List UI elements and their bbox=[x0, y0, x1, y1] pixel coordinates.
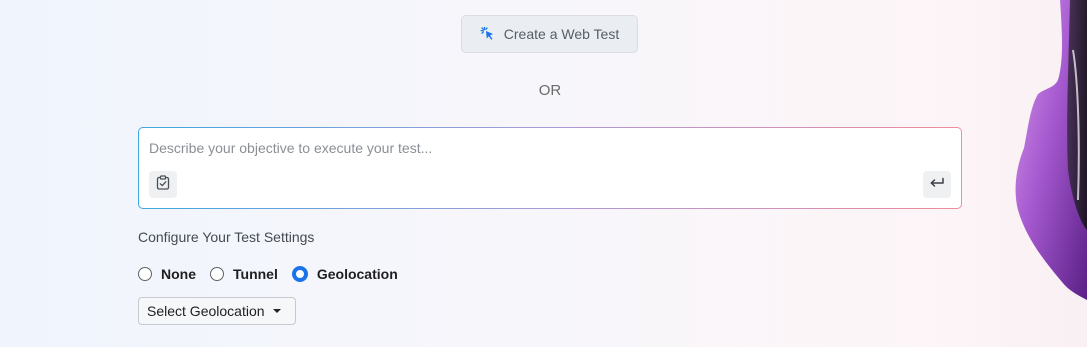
radio-geolocation[interactable]: Geolocation bbox=[291, 266, 398, 282]
radio-tunnel[interactable]: Tunnel bbox=[210, 266, 278, 282]
select-geolocation-label: Select Geolocation bbox=[147, 303, 265, 319]
cursor-click-icon bbox=[480, 26, 496, 42]
or-divider: OR bbox=[538, 82, 562, 99]
objective-prompt-inner bbox=[139, 128, 961, 208]
enter-return-icon bbox=[929, 176, 945, 194]
caret-down-icon bbox=[272, 309, 281, 313]
radio-none-circle[interactable] bbox=[138, 267, 152, 281]
radio-tunnel-label: Tunnel bbox=[233, 266, 278, 282]
radio-tunnel-circle[interactable] bbox=[210, 267, 224, 281]
attach-button[interactable] bbox=[149, 171, 177, 198]
test-settings-radio-group: None Tunnel Geolocation bbox=[138, 264, 412, 284]
robot-mascot-image bbox=[1015, 0, 1087, 300]
radio-geolocation-circle[interactable] bbox=[291, 266, 308, 282]
submit-button[interactable] bbox=[923, 171, 951, 198]
radio-none[interactable]: None bbox=[138, 266, 196, 282]
objective-input[interactable] bbox=[149, 140, 939, 156]
select-geolocation-dropdown[interactable]: Select Geolocation bbox=[138, 297, 296, 325]
create-web-test-button[interactable]: Create a Web Test bbox=[461, 15, 638, 53]
radio-geolocation-label: Geolocation bbox=[316, 266, 398, 282]
objective-prompt-box bbox=[138, 127, 962, 209]
create-web-test-label: Create a Web Test bbox=[503, 26, 620, 42]
settings-title: Configure Your Test Settings bbox=[138, 229, 315, 245]
clipboard-check-icon bbox=[156, 174, 170, 195]
radio-none-label: None bbox=[161, 266, 196, 282]
